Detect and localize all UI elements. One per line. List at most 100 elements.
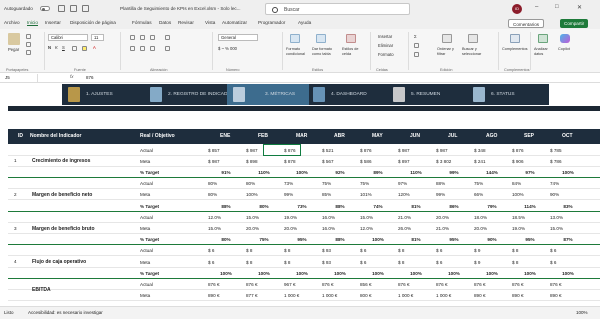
cell-value[interactable]: 890 € — [208, 290, 244, 301]
cell-value[interactable]: 800 € — [360, 290, 396, 301]
nav-item-3[interactable]: 4. DASHBOARD — [307, 84, 389, 105]
tab-7[interactable]: Vista — [205, 20, 215, 25]
cell-value[interactable]: $ 6 — [360, 257, 396, 268]
cell-value[interactable]: $ 6 — [208, 257, 244, 268]
tab-0[interactable]: Archivo — [4, 20, 20, 25]
nav-item-2[interactable]: 3. MÉTRICAS — [227, 84, 309, 105]
cell-value[interactable]: 66% — [474, 189, 510, 200]
cell-value[interactable]: $ 521 — [322, 145, 358, 156]
cell-value[interactable]: 90% — [474, 234, 510, 245]
format-table-icon[interactable] — [316, 34, 326, 43]
close-icon[interactable]: ✕ — [577, 4, 582, 11]
cell-value[interactable]: 84% — [512, 178, 548, 189]
autosum-icon[interactable]: Σ — [414, 34, 417, 39]
cell-value[interactable]: $ 8 — [284, 257, 320, 268]
cell-value[interactable]: 20.0% — [284, 223, 320, 234]
cell-value[interactable]: 80% — [208, 234, 244, 245]
cell-value[interactable]: 13.0% — [550, 212, 586, 223]
nav-item-1[interactable]: 2. REGISTRO DE INDICADORES — [144, 84, 241, 105]
cell-value[interactable]: 114% — [512, 201, 548, 212]
cell-value[interactable]: 86% — [436, 201, 472, 212]
cell-value[interactable]: 19.0% — [284, 212, 320, 223]
avatar[interactable]: ID — [512, 4, 522, 14]
cell-value[interactable]: 1 000 € — [398, 290, 434, 301]
cell-value[interactable]: 890 € — [512, 290, 548, 301]
cell-value[interactable]: 80% — [246, 201, 282, 212]
formula-input[interactable]: 876 — [86, 74, 94, 82]
align-right-icon[interactable] — [150, 46, 155, 51]
cell-value[interactable]: 18.5% — [512, 212, 548, 223]
align-left-icon[interactable] — [130, 46, 135, 51]
cell-value[interactable]: 15.0% — [550, 223, 586, 234]
cell-value[interactable]: 81% — [398, 234, 434, 245]
cell-value[interactable]: 12.0% — [208, 212, 244, 223]
cell-value[interactable]: 876 € — [512, 279, 548, 290]
cell-value[interactable]: 88% — [436, 178, 472, 189]
cell-value[interactable]: $ 876 — [360, 145, 396, 156]
delete-cells-button[interactable]: Eliminar — [378, 43, 393, 48]
cell-value[interactable]: $ 898 — [246, 156, 282, 167]
selected-cell[interactable] — [263, 144, 301, 156]
tab-3[interactable]: Disposición de página — [70, 20, 116, 25]
cell-value[interactable]: $ 786 — [550, 156, 586, 167]
cell-value[interactable]: 26.0% — [398, 223, 434, 234]
cell-value[interactable]: 100% — [474, 268, 510, 279]
tab-6[interactable]: Revisar — [178, 20, 194, 25]
wrap-text-icon[interactable] — [165, 35, 170, 40]
align-center-icon[interactable] — [140, 46, 145, 51]
insert-cells-button[interactable]: Insertar — [378, 34, 392, 39]
clear-icon[interactable] — [414, 52, 419, 57]
cell-value[interactable]: 876 € — [550, 279, 586, 290]
conditional-format-icon[interactable] — [290, 34, 300, 43]
cell-value[interactable]: 16.0% — [322, 212, 358, 223]
bold-icon[interactable]: N — [48, 45, 51, 50]
cell-value[interactable]: 80% — [246, 178, 282, 189]
cell-styles-icon[interactable] — [346, 34, 356, 43]
cell-value[interactable]: $ 987 — [208, 156, 244, 167]
cell-value[interactable]: $ 906 — [512, 156, 548, 167]
cell-value[interactable]: 18.0% — [474, 212, 510, 223]
cell-value[interactable]: 20.0% — [246, 223, 282, 234]
analyze-data-icon[interactable] — [538, 34, 548, 43]
merge-icon[interactable] — [165, 46, 170, 51]
cell-value[interactable]: 91% — [208, 167, 244, 178]
align-bottom-icon[interactable] — [150, 35, 155, 40]
cell-value[interactable]: $ 876 — [512, 145, 548, 156]
cell-value[interactable]: $ 6 — [550, 245, 586, 256]
cell-value[interactable]: $ 8 — [398, 257, 434, 268]
cell-value[interactable]: 890 € — [474, 290, 510, 301]
cell-value[interactable]: 87% — [550, 234, 586, 245]
nav-item-5[interactable]: 6. STATUS — [467, 84, 549, 105]
cell-value[interactable]: $ 6 — [360, 245, 396, 256]
tab-1[interactable]: Inicio — [27, 20, 38, 26]
cell-value[interactable]: 100% — [284, 167, 320, 178]
cell-value[interactable]: $ 785 — [550, 145, 586, 156]
sort-filter-icon[interactable] — [442, 34, 452, 43]
tab-9[interactable]: Programador — [258, 20, 285, 25]
cell-value[interactable]: 110% — [398, 167, 434, 178]
cell-value[interactable]: 89% — [360, 167, 396, 178]
cell-value[interactable]: 99% — [284, 189, 320, 200]
cell-value[interactable]: 75% — [322, 178, 358, 189]
cell-value[interactable]: $ 8 — [246, 257, 282, 268]
cell-value[interactable]: $ 586 — [360, 156, 396, 167]
number-format-select[interactable]: General — [218, 34, 258, 41]
cell-value[interactable]: 75% — [474, 178, 510, 189]
align-middle-icon[interactable] — [140, 35, 145, 40]
cell-value[interactable]: 100% — [246, 189, 282, 200]
cell-value[interactable]: 1 000 € — [322, 290, 358, 301]
zoom-level[interactable]: 100% — [576, 310, 588, 315]
italic-icon[interactable]: K — [55, 45, 58, 50]
search-box[interactable]: Buscar — [265, 3, 410, 15]
cell-value[interactable]: 15.0% — [208, 223, 244, 234]
undo-icon[interactable] — [70, 5, 77, 12]
find-select-icon[interactable] — [468, 34, 478, 43]
border-icon[interactable] — [72, 46, 77, 51]
cell-value[interactable]: $ 93 — [322, 245, 358, 256]
cell-value[interactable]: 75% — [246, 234, 282, 245]
cell-value[interactable]: 79% — [474, 201, 510, 212]
nav-item-4[interactable]: 5. RESUMEN — [387, 84, 469, 105]
cell-value[interactable]: 100% — [512, 268, 548, 279]
comments-button[interactable]: Comentarios — [508, 19, 545, 28]
redo-icon[interactable] — [82, 5, 89, 12]
